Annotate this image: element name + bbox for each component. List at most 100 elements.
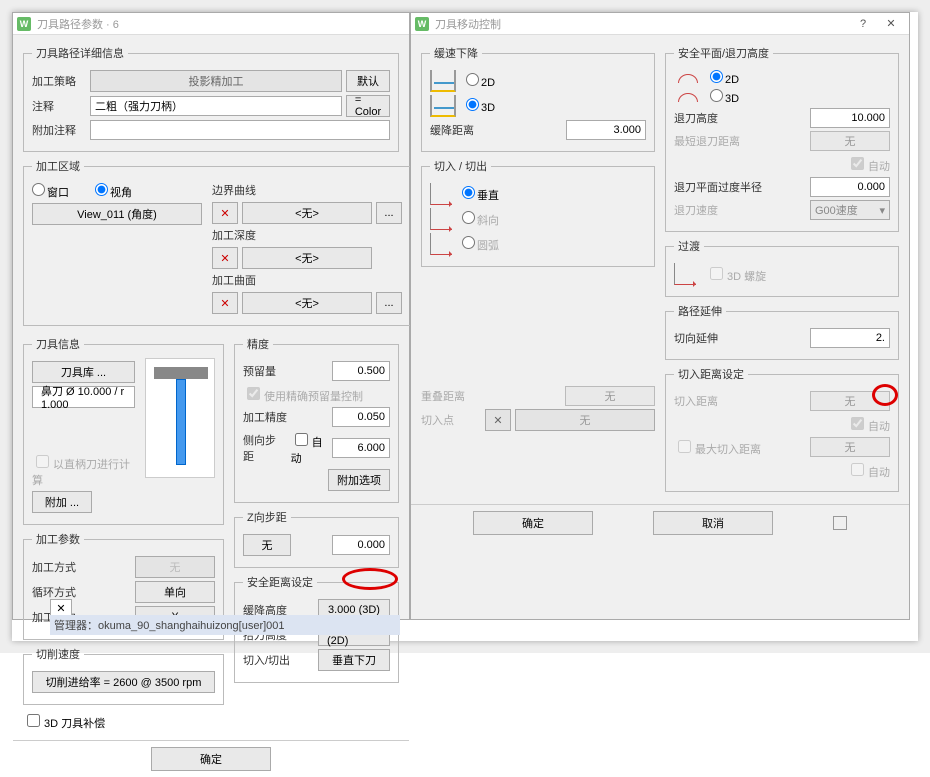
comment-input[interactable] xyxy=(90,96,342,116)
calc-check-label[interactable]: 以直柄刀进行计算 xyxy=(32,452,135,488)
zstep-input[interactable] xyxy=(332,535,390,555)
tool-group: 刀具信息 刀具库 ... 鼻刀 Ø 10.000 / r 1.000 以直柄刀进… xyxy=(23,336,224,525)
safe-2d-icon xyxy=(674,70,700,86)
titlebar[interactable]: W 刀具移动控制 ? ✕ xyxy=(411,13,909,35)
surface-clear-button[interactable]: ✕ xyxy=(212,292,238,314)
precision-legend: 精度 xyxy=(243,336,273,352)
step-input[interactable] xyxy=(332,438,390,458)
area-legend: 加工区域 xyxy=(32,158,84,174)
safeplane-legend: 安全平面/退刀高度 xyxy=(674,45,773,61)
tool-legend: 刀具信息 xyxy=(32,336,84,352)
prec-input[interactable] xyxy=(332,407,390,427)
surface-browse-button[interactable]: ... xyxy=(376,292,402,314)
auto-check[interactable] xyxy=(295,433,308,446)
prec-label: 加工精度 xyxy=(243,409,299,425)
cutpt-button[interactable]: 无 xyxy=(515,409,655,431)
ramp-2d-radio[interactable] xyxy=(466,73,479,86)
details-group: 刀具路径详细信息 加工策略 投影精加工 默认 注释 = Color 附加注释 xyxy=(23,45,399,152)
auto3-check xyxy=(851,463,864,476)
cutpt-clear-button[interactable]: ✕ xyxy=(485,409,511,431)
safe-3d-icon xyxy=(674,89,700,105)
overlap-label: 重叠距离 xyxy=(421,388,481,404)
window-radio[interactable] xyxy=(32,183,45,196)
help-icon[interactable]: ? xyxy=(849,18,877,30)
addopt-button[interactable]: 附加选项 xyxy=(328,469,390,491)
cancel-button[interactable]: 取消 xyxy=(653,511,773,535)
retract-label: 退刀高度 xyxy=(674,110,718,126)
strategy-button[interactable]: 投影精加工 xyxy=(90,70,342,92)
surface-none-button[interactable]: <无> xyxy=(242,292,372,314)
angle-radio-label[interactable]: 斜向 xyxy=(462,211,499,228)
cycle-button[interactable]: 单向 xyxy=(135,581,215,603)
stock-input[interactable] xyxy=(332,361,390,381)
window-radio-label[interactable]: 窗口 xyxy=(32,183,69,200)
arc-radio-label[interactable]: 圆弧 xyxy=(462,236,499,253)
toollib-button[interactable]: 刀具库 ... xyxy=(32,361,135,383)
tool-move-control-dialog: W 刀具移动控制 ? ✕ 缓速下降 2D 3D 缓降距离 切入 / 切出 垂直 … xyxy=(410,12,910,620)
comp-check[interactable] xyxy=(27,714,40,727)
retract-input[interactable] xyxy=(810,108,890,128)
default-button[interactable]: 默认 xyxy=(346,70,390,92)
ramp-3d-radio[interactable] xyxy=(466,98,479,111)
feed-button[interactable]: 切削进给率 = 2600 @ 3500 rpm xyxy=(32,671,215,693)
app-icon: W xyxy=(17,17,31,31)
boundary-clear-button[interactable]: ✕ xyxy=(212,202,238,224)
vert-radio[interactable] xyxy=(462,186,475,199)
retractspd-label: 退刀速度 xyxy=(674,202,718,218)
cutpt-label: 切入点 xyxy=(421,412,481,428)
boundary-browse-button[interactable]: ... xyxy=(376,202,402,224)
auto-check-label[interactable]: 自动 xyxy=(291,430,324,466)
transition-group: 过渡 3D 螺旋 xyxy=(665,238,899,297)
details-legend: 刀具路径详细信息 xyxy=(32,45,128,61)
titlebar[interactable]: W 刀具路径参数 · 6 xyxy=(13,13,409,35)
speed-group: 切削速度 切削进给率 = 2600 @ 3500 rpm xyxy=(23,646,224,705)
depth-none-button[interactable]: <无> xyxy=(242,247,372,269)
plunge-group: 切入距离设定 切入距离无 自动 最大切入距离无 自动 xyxy=(665,366,899,492)
ramp-3d-radio-label[interactable]: 3D xyxy=(466,98,495,114)
safe-legend: 安全距离设定 xyxy=(243,574,317,590)
method-button[interactable]: 无 xyxy=(135,556,215,578)
arc-radio[interactable] xyxy=(462,236,475,249)
clear-input[interactable] xyxy=(810,177,890,197)
retractspd-select[interactable]: G00速度▾ xyxy=(810,200,890,220)
view-button[interactable]: View_011 (角度) xyxy=(32,203,202,225)
rampdist-input[interactable] xyxy=(566,120,646,140)
cut-button[interactable]: 垂直下刀 xyxy=(318,649,390,671)
chevron-down-icon: ▾ xyxy=(879,204,885,217)
angle-radio[interactable] xyxy=(462,211,475,224)
ok-button[interactable]: 确定 xyxy=(473,511,593,535)
ramp-2d-radio-label[interactable]: 2D xyxy=(466,73,495,89)
view-radio[interactable] xyxy=(95,183,108,196)
cycle-label: 循环方式 xyxy=(32,584,92,600)
maxplunge-check-label: 最大切入距离 xyxy=(674,437,761,457)
precision-group: 精度 预留量 使用精确预留量控制 加工精度 侧向步距自动 附加选项 xyxy=(234,336,399,503)
tool-spec-button[interactable]: 鼻刀 Ø 10.000 / r 1.000 xyxy=(32,386,135,408)
close-icon[interactable]: ✕ xyxy=(877,17,905,30)
vert-radio-label[interactable]: 垂直 xyxy=(462,186,499,203)
window-title: 刀具路径参数 · 6 xyxy=(37,16,119,32)
helix-check xyxy=(710,267,723,280)
resize-grip-icon[interactable] xyxy=(833,516,847,530)
step-label: 侧向步距 xyxy=(243,432,287,464)
surface-label: 加工曲面 xyxy=(212,272,402,288)
plunge-legend: 切入距离设定 xyxy=(674,366,748,382)
helix-icon xyxy=(674,263,696,285)
color-button[interactable]: = Color xyxy=(346,95,390,117)
safe-2d-radio[interactable] xyxy=(710,70,723,83)
safe-3d-radio-label[interactable]: 3D xyxy=(710,89,739,105)
depth-clear-button[interactable]: ✕ xyxy=(212,247,238,269)
view-radio-label[interactable]: 视角 xyxy=(95,183,132,200)
boundary-none-button[interactable]: <无> xyxy=(242,202,372,224)
ok-button[interactable]: 确定 xyxy=(151,747,271,771)
comp-check-label[interactable]: 3D 刀具补偿 xyxy=(23,711,105,731)
maxplunge-check xyxy=(678,440,691,453)
depth-label: 加工深度 xyxy=(212,227,402,243)
minretract-label: 最短退刀距离 xyxy=(674,133,740,149)
attach-button[interactable]: 附加 ... xyxy=(32,491,92,513)
safe-3d-radio[interactable] xyxy=(710,89,723,102)
extra-comment-input[interactable] xyxy=(90,120,390,140)
safe-2d-radio-label[interactable]: 2D xyxy=(710,70,739,86)
zstep-button[interactable]: 无 xyxy=(243,534,291,556)
tan-input[interactable] xyxy=(810,328,890,348)
extra-comment-label: 附加注释 xyxy=(32,122,86,138)
